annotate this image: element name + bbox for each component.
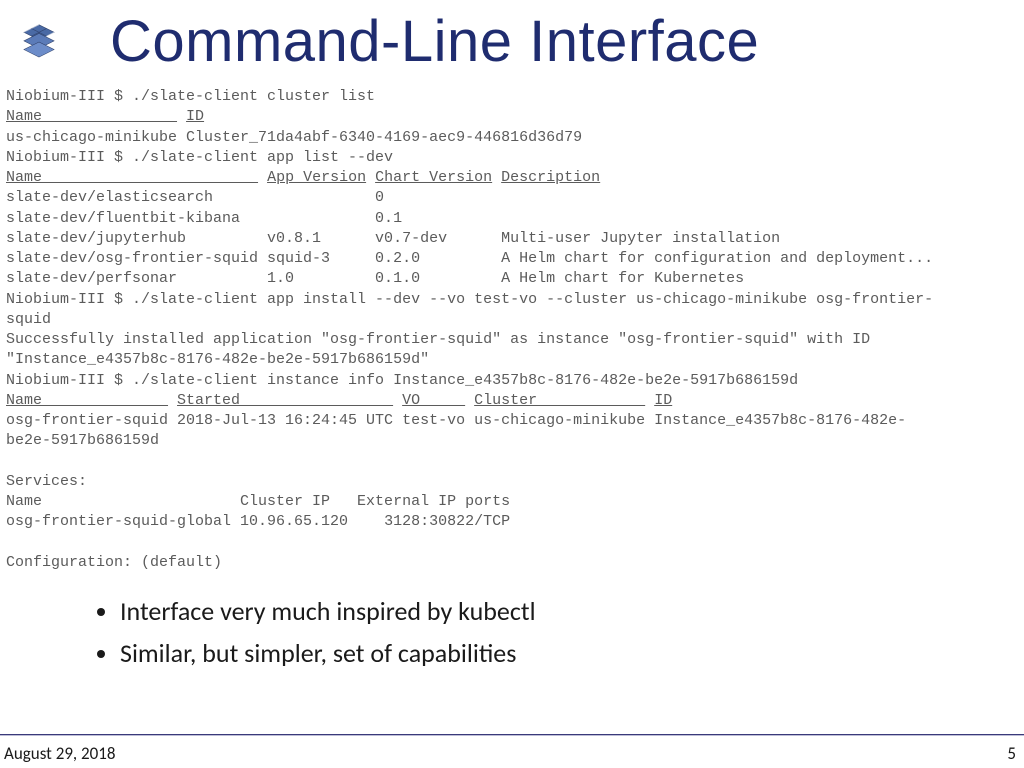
slide: Command-Line Interface Niobium-III $ ./s… bbox=[0, 0, 1024, 768]
bullet-item: Interface very much inspired by kubectl bbox=[120, 595, 1024, 627]
footer-page: 5 bbox=[1007, 743, 1016, 764]
bullet-item: Similar, but simpler, set of capabilitie… bbox=[120, 637, 1024, 669]
slate-logo-icon bbox=[12, 15, 66, 69]
footer-date: August 29, 2018 bbox=[4, 743, 115, 764]
footer: August 29, 2018 5 bbox=[4, 743, 1016, 764]
title-row: Command-Line Interface bbox=[0, 0, 1024, 79]
terminal-output: Niobium-III $ ./slate-client cluster lis… bbox=[0, 79, 1024, 573]
bullet-list: Interface very much inspired by kubectl S… bbox=[120, 595, 1024, 669]
footer-divider bbox=[0, 734, 1024, 736]
slide-title: Command-Line Interface bbox=[110, 8, 759, 75]
